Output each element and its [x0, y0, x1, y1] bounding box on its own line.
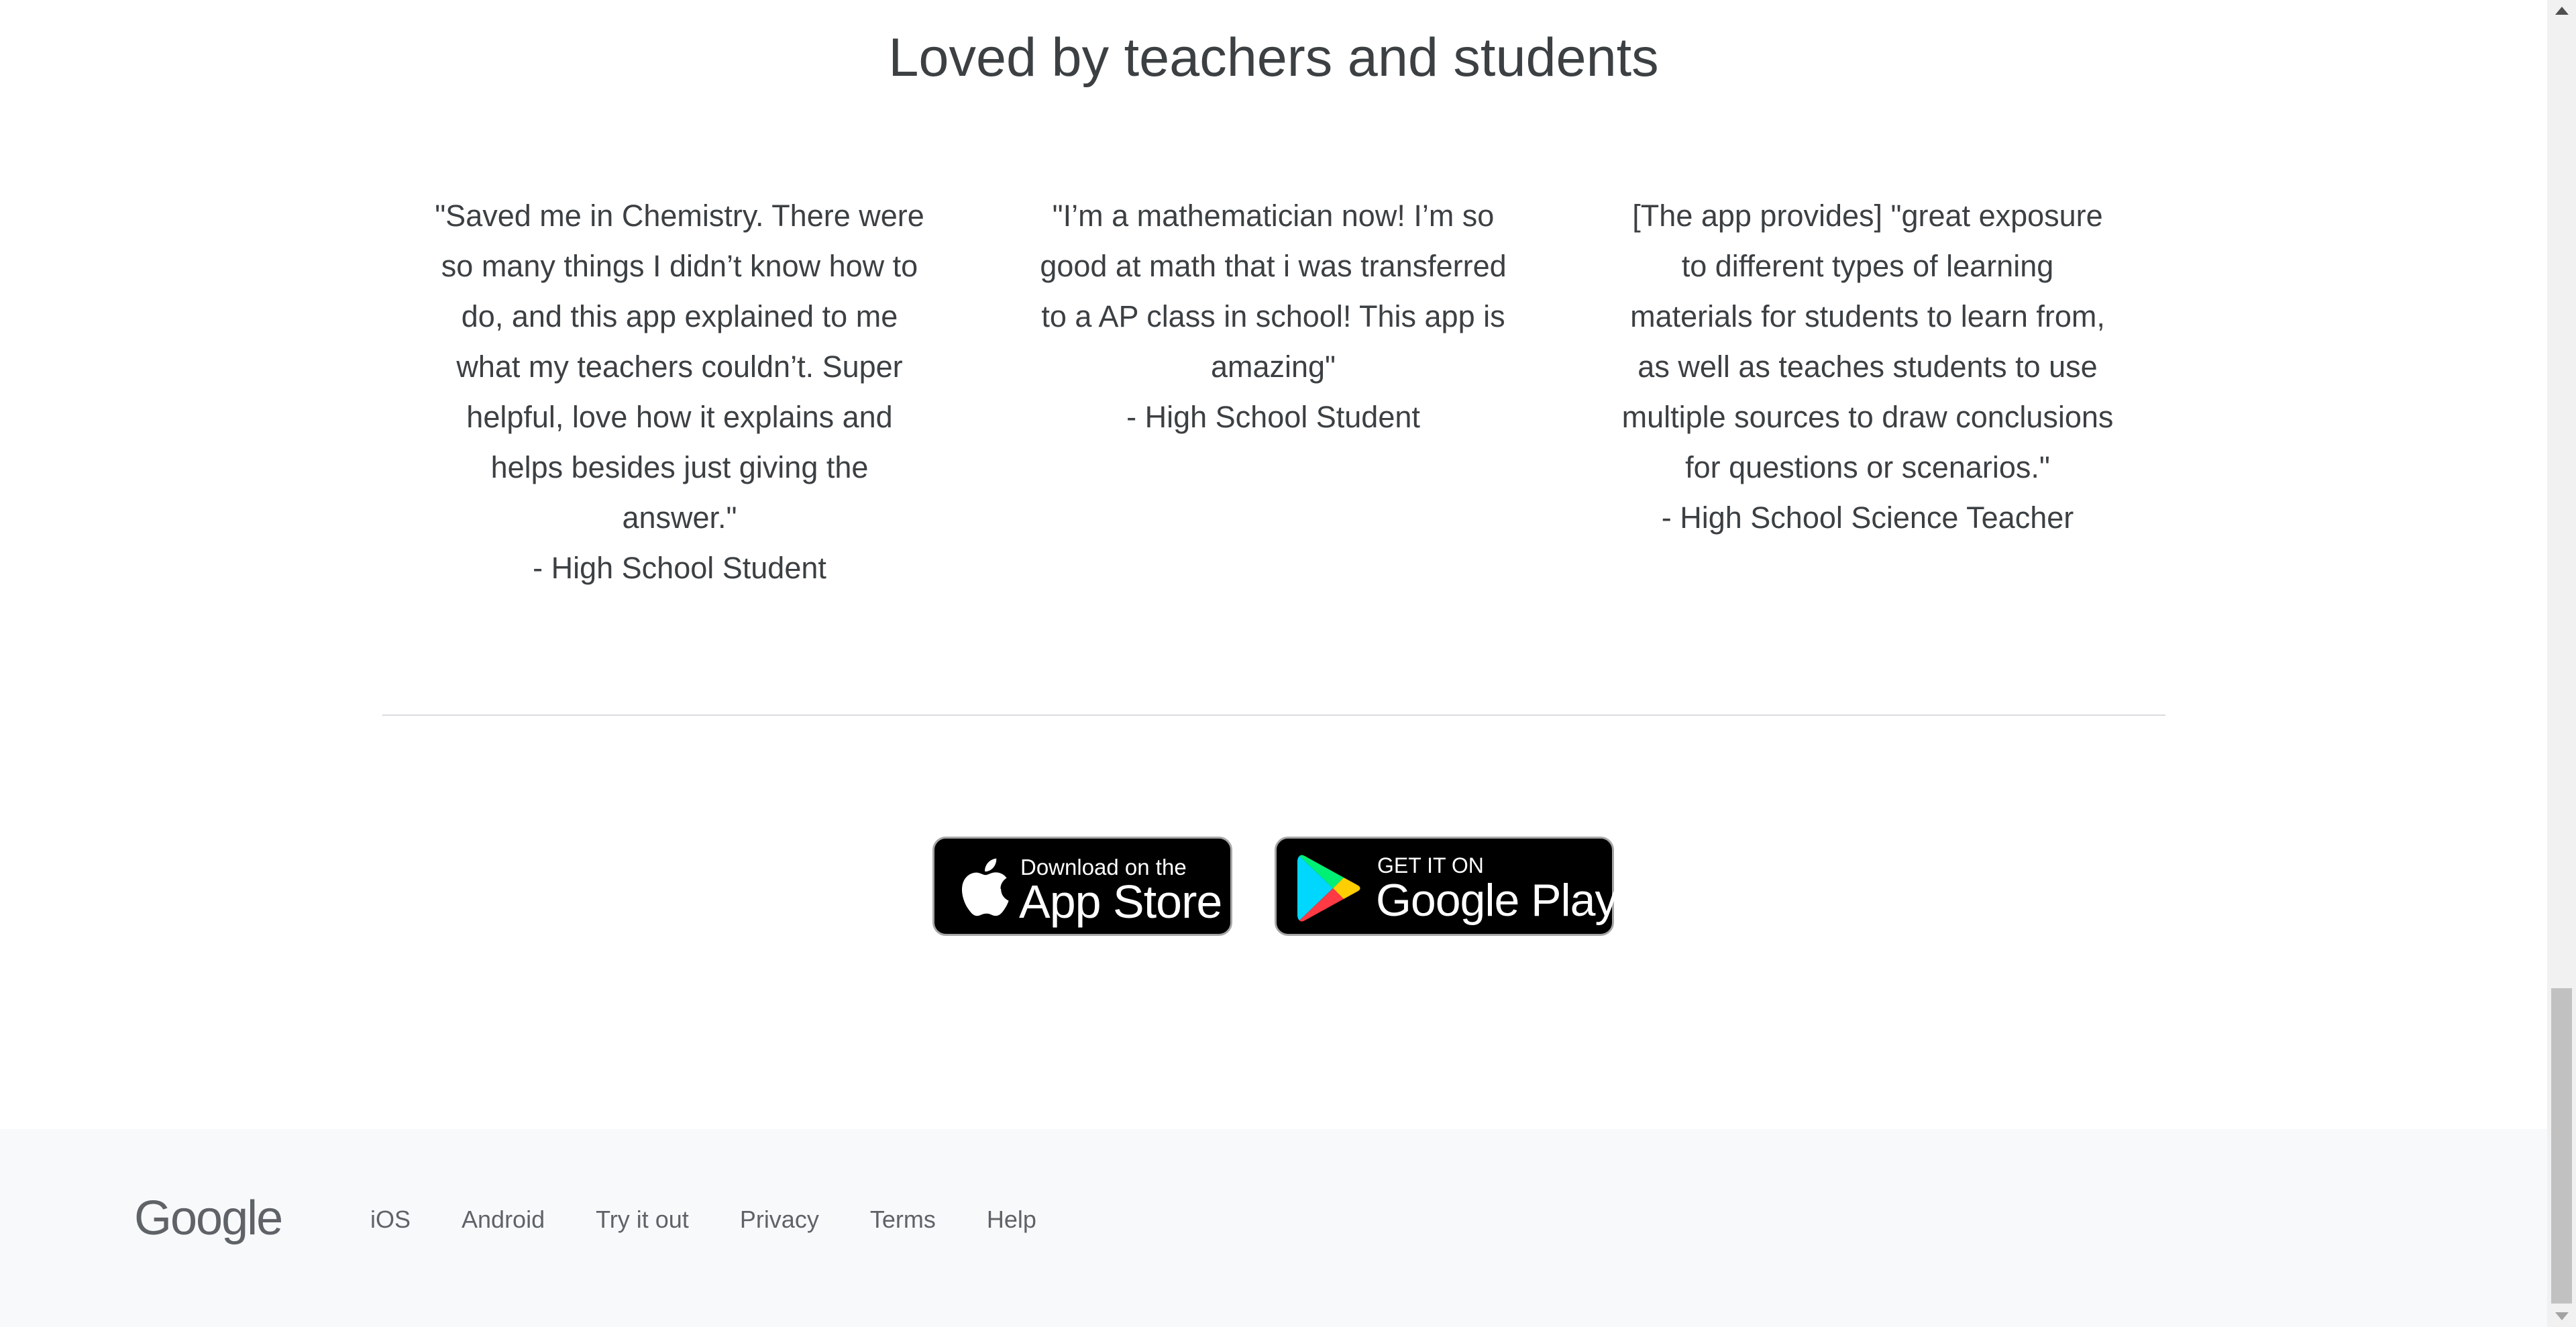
footer-link-privacy[interactable]: Privacy — [740, 1205, 819, 1234]
footer-link-help[interactable]: Help — [987, 1205, 1036, 1234]
google-logo[interactable]: Google — [134, 1191, 283, 1245]
google-play-badge[interactable]: GET IT ON Google Play — [1275, 837, 1617, 936]
testimonial-author: - High School Science Teacher — [1661, 500, 2074, 535]
app-store-big-text: App Store — [1019, 875, 1222, 928]
testimonial-card: [The app provides] "great exposure to di… — [1619, 191, 2116, 543]
section-title: Loved by teachers and students — [888, 28, 1659, 88]
testimonial-card: "Saved me in Chemistry. There were so ma… — [431, 191, 928, 593]
footer-link-try-it-out[interactable]: Try it out — [596, 1205, 689, 1234]
scrollbar-thumb[interactable] — [2551, 988, 2572, 1304]
testimonial-quote: [The app provides] "great exposure to di… — [1621, 199, 2114, 484]
scroll-down-arrow-icon[interactable] — [2555, 1312, 2569, 1320]
main-content: Loved by teachers and students "Saved me… — [0, 0, 2547, 1129]
footer-link-android[interactable]: Android — [462, 1205, 545, 1234]
page: Loved by teachers and students "Saved me… — [0, 0, 2576, 1327]
testimonial-card: "I’m a mathematician now! I’m so good at… — [1025, 191, 1521, 442]
google-play-big-text: Google Play — [1376, 875, 1617, 926]
testimonial-author: - High School Student — [533, 551, 826, 585]
apple-icon — [961, 858, 1009, 916]
footer-nav: iOS Android Try it out Privacy Terms Hel… — [370, 1205, 1087, 1234]
testimonial-quote: "Saved me in Chemistry. There were so ma… — [435, 199, 924, 535]
scroll-up-arrow-icon[interactable] — [2555, 7, 2569, 15]
section-divider — [382, 714, 2165, 716]
google-play-icon — [1297, 855, 1360, 922]
vertical-scrollbar[interactable] — [2547, 0, 2576, 1327]
app-store-badge[interactable]: Download on the App Store — [932, 837, 1232, 936]
testimonial-quote: "I’m a mathematician now! I’m so good at… — [1040, 199, 1507, 384]
footer-link-terms[interactable]: Terms — [870, 1205, 936, 1234]
testimonial-author: - High School Student — [1126, 400, 1420, 434]
footer-link-ios[interactable]: iOS — [370, 1205, 411, 1234]
